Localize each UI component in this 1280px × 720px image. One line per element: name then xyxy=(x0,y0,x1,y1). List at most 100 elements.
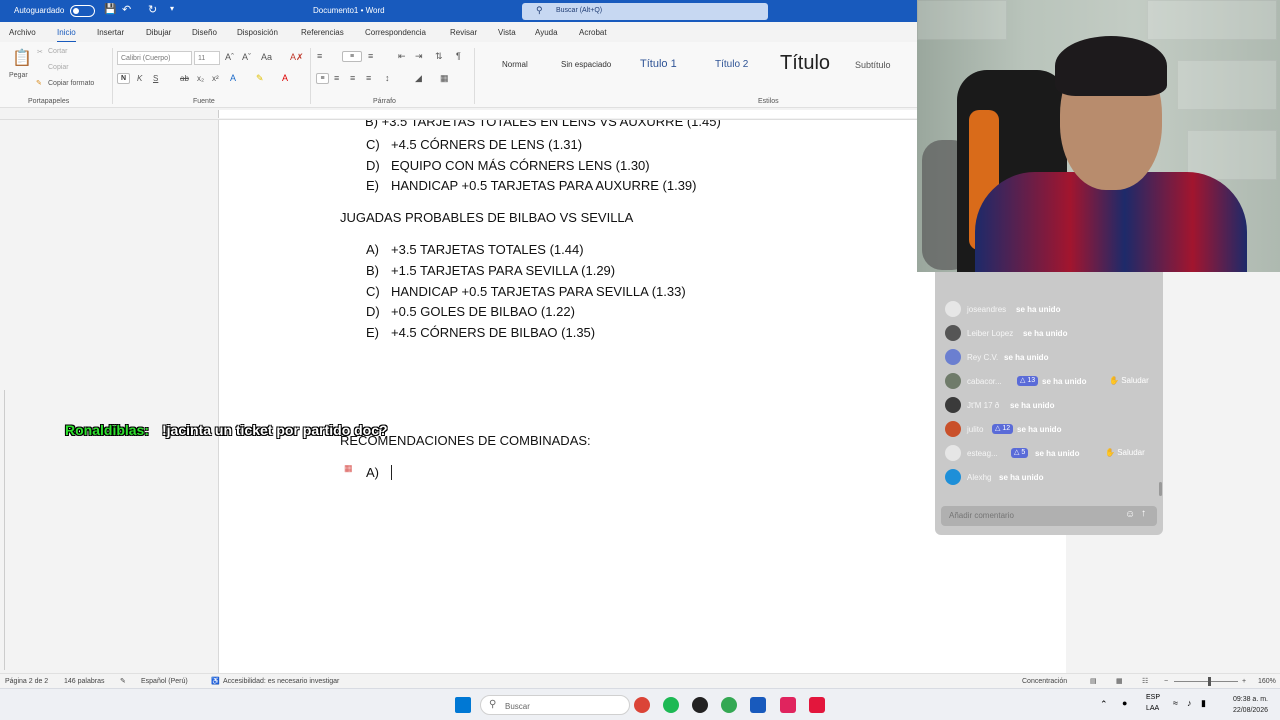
style-normal[interactable]: Normal xyxy=(502,60,528,69)
chrome-profile-icon[interactable] xyxy=(721,697,737,713)
word-count[interactable]: 146 palabras xyxy=(64,678,104,685)
read-mode-icon[interactable]: ▤ xyxy=(1090,677,1097,685)
ruler-page-area[interactable] xyxy=(218,110,918,118)
undo-icon[interactable]: ↶ xyxy=(122,3,131,16)
decrease-indent-icon[interactable]: ⇤ xyxy=(398,51,406,62)
chrome-icon[interactable] xyxy=(634,697,650,713)
style-no-spacing[interactable]: Sin espaciado xyxy=(561,60,611,69)
customize-qat-icon[interactable]: ▾ xyxy=(170,4,174,13)
tab-vista[interactable]: Vista xyxy=(498,28,516,37)
shading-icon[interactable]: ◢ xyxy=(415,73,422,84)
tab-diseno[interactable]: Diseño xyxy=(192,28,217,37)
print-layout-icon[interactable]: ▦ xyxy=(1116,677,1123,685)
greet-button[interactable]: ✋ Saludar xyxy=(1099,445,1151,461)
superscript-button[interactable]: x² xyxy=(212,74,219,83)
italic-button[interactable]: K xyxy=(137,74,142,83)
tray-chevron-icon[interactable]: ⌃ xyxy=(1100,699,1108,710)
keyboard-layout[interactable]: LAA xyxy=(1146,705,1159,712)
highlight-icon[interactable]: ✎ xyxy=(256,73,264,84)
tab-insertar[interactable]: Insertar xyxy=(97,28,124,37)
align-center-icon[interactable]: ≡ xyxy=(334,73,339,83)
style-subtitle[interactable]: Subtítulo xyxy=(855,60,891,70)
style-heading-1[interactable]: Título 1 xyxy=(640,58,677,70)
spotify-icon[interactable] xyxy=(663,697,679,713)
greet-button[interactable]: ✋ Saludar xyxy=(1103,373,1155,389)
zoom-out-icon[interactable]: − xyxy=(1164,678,1168,685)
font-color-icon[interactable]: A xyxy=(282,73,288,83)
chat-username[interactable]: Jt'M 17 ð xyxy=(967,401,999,410)
autocorrect-options-icon[interactable]: ▦ xyxy=(344,463,353,474)
borders-icon[interactable]: ▦ xyxy=(440,73,449,84)
underline-button[interactable]: S xyxy=(153,74,158,83)
taskbar-search[interactable]: ⚲ Buscar xyxy=(480,695,630,715)
tab-correspondencia[interactable]: Correspondencia xyxy=(365,28,426,37)
volume-icon[interactable]: ♪ xyxy=(1187,698,1192,708)
sort-icon[interactable]: ⇅ xyxy=(435,51,443,62)
line-spacing-icon[interactable]: ↕ xyxy=(385,73,390,83)
zoom-level[interactable]: 160% xyxy=(1258,678,1276,685)
cut-button[interactable]: Cortar xyxy=(48,48,67,55)
tab-revisar[interactable]: Revisar xyxy=(450,28,477,37)
tab-disposicion[interactable]: Disposición xyxy=(237,28,278,37)
word-icon[interactable] xyxy=(750,697,766,713)
chat-username[interactable]: Leiber Lopez xyxy=(967,329,1013,338)
paste-icon[interactable]: 📋 xyxy=(12,48,32,68)
style-title[interactable]: Título xyxy=(780,52,830,75)
grow-font-icon[interactable]: Aˆ xyxy=(225,52,234,62)
clear-format-icon[interactable]: A✗ xyxy=(290,52,304,63)
redo-icon[interactable]: ↻ xyxy=(148,3,157,16)
chat-username[interactable]: cabacor... xyxy=(967,377,1002,386)
chat-username[interactable]: esteag... xyxy=(967,449,998,458)
microphone-icon[interactable]: ● xyxy=(1122,698,1127,708)
page-count[interactable]: Página 2 de 2 xyxy=(5,678,48,685)
increase-indent-icon[interactable]: ⇥ xyxy=(415,51,423,62)
bullets-icon[interactable]: ≡ xyxy=(317,51,322,61)
streaming-app-icon[interactable] xyxy=(809,697,825,713)
strikethrough-button[interactable]: ab xyxy=(180,74,189,83)
accessibility-status[interactable]: Accesibilidad: es necesario investigar xyxy=(223,678,339,685)
battery-icon[interactable]: ▮ xyxy=(1201,698,1206,709)
chat-scrollbar[interactable] xyxy=(1159,482,1162,496)
web-layout-icon[interactable]: ☷ xyxy=(1142,677,1148,685)
font-size-select[interactable]: 11 xyxy=(194,51,220,65)
autosave-toggle[interactable] xyxy=(70,5,95,17)
tab-dibujar[interactable]: Dibujar xyxy=(146,28,171,37)
format-painter-button[interactable]: Copiar formato xyxy=(48,80,94,87)
font-name-select[interactable]: Calibri (Cuerpo) xyxy=(117,51,192,65)
save-icon[interactable]: 💾 xyxy=(104,4,116,15)
paste-button[interactable]: Pegar xyxy=(9,72,28,79)
focus-mode[interactable]: Concentración xyxy=(1022,678,1067,685)
subscript-button[interactable]: x₂ xyxy=(197,74,204,83)
tab-acrobat[interactable]: Acrobat xyxy=(579,28,607,37)
zoom-in-icon[interactable]: + xyxy=(1242,678,1246,685)
chat-username[interactable]: joseandres xyxy=(967,305,1006,314)
tab-referencias[interactable]: Referencias xyxy=(301,28,344,37)
proofing-icon[interactable]: ✎ xyxy=(120,677,126,685)
shrink-font-icon[interactable]: Aˇ xyxy=(242,52,251,62)
justify-icon[interactable]: ≡ xyxy=(366,73,371,83)
tab-ayuda[interactable]: Ayuda xyxy=(535,28,558,37)
zoom-slider[interactable] xyxy=(1174,681,1238,682)
tab-inicio[interactable]: Inicio xyxy=(57,28,76,43)
multilevel-list-icon[interactable]: ≡ xyxy=(368,51,373,61)
send-icon[interactable]: ↑ xyxy=(1141,508,1146,519)
language-code[interactable]: ESP xyxy=(1146,694,1160,701)
bold-button[interactable]: N xyxy=(117,73,130,84)
show-marks-icon[interactable]: ¶ xyxy=(456,51,461,61)
text-effects-icon[interactable]: A xyxy=(230,73,236,83)
wifi-icon[interactable]: ≈ xyxy=(1173,698,1178,708)
windows-start-icon[interactable] xyxy=(455,697,471,713)
numbering-icon[interactable]: ≡ xyxy=(342,51,362,62)
align-left-icon[interactable]: ≡ xyxy=(316,73,329,84)
tiktok-icon[interactable] xyxy=(780,697,796,713)
clock[interactable]: 09:38 a. m. 22/08/2026 xyxy=(1233,694,1268,716)
language-indicator[interactable]: Español (Perú) xyxy=(141,678,188,685)
align-right-icon[interactable]: ≡ xyxy=(350,73,355,83)
search-box[interactable]: ⚲ Buscar (Alt+Q) xyxy=(522,3,768,20)
chat-username[interactable]: Rey C.V. xyxy=(967,353,998,362)
style-heading-2[interactable]: Título 2 xyxy=(715,59,748,70)
comment-input[interactable] xyxy=(949,511,1109,520)
change-case-icon[interactable]: Aa xyxy=(261,52,272,62)
zoom-slider-thumb[interactable] xyxy=(1208,677,1211,686)
chat-username[interactable]: Alexhg xyxy=(967,473,991,482)
